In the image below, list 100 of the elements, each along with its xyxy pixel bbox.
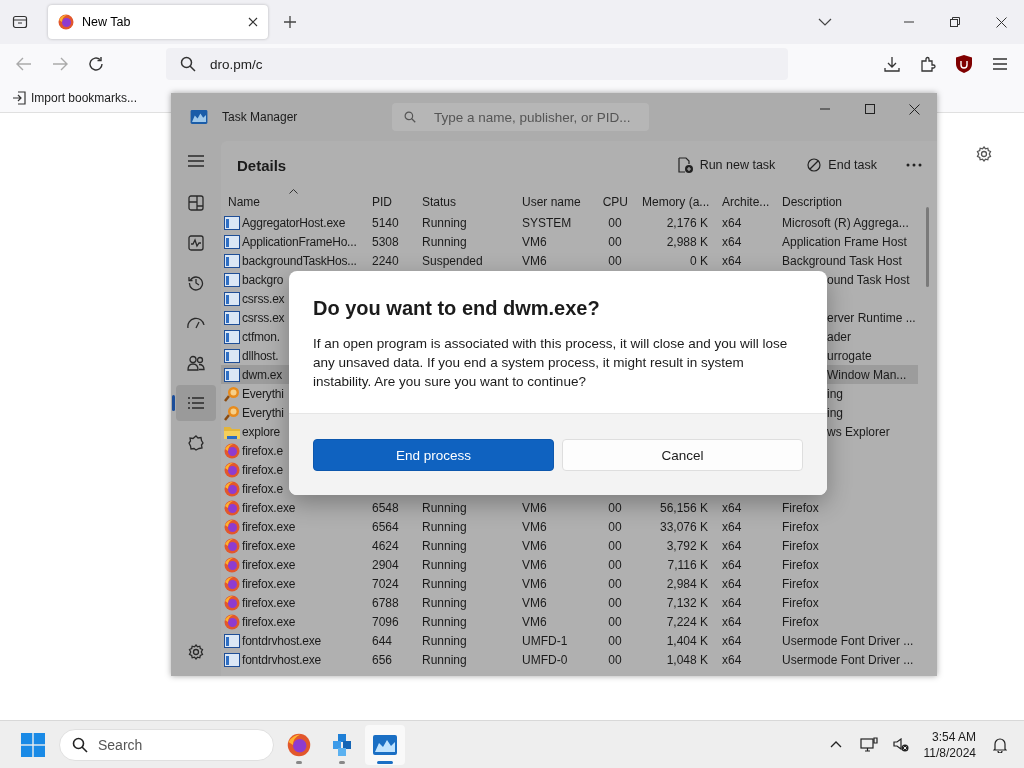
table-cell-text: VM6 (521, 575, 548, 593)
table-cell-text: 6548 (371, 499, 400, 517)
table-cell-text: Running (421, 537, 468, 555)
table-cell-text: VM6 (521, 594, 548, 612)
table-cell-text: 2,988 K (665, 233, 709, 251)
table-cell-text: Firefox (781, 499, 820, 517)
table-cell-text: 0 K (689, 252, 709, 270)
table-cell-text: Running (421, 233, 468, 251)
table-cell-text: 7,116 K (666, 556, 709, 574)
table-cell-text: Running (421, 214, 468, 232)
table-cell-text: 00 (607, 632, 623, 650)
table-cell-text: 2904 (371, 556, 400, 574)
table-cell-text: Firefox (781, 575, 820, 593)
table-cell-text: 5308 (371, 233, 400, 251)
process-name: firefox.exe (242, 595, 296, 610)
process-name: backgro (242, 272, 284, 287)
table-cell-text: ws Explorer (826, 423, 891, 441)
table-cell-text: Microsoft (R) Aggrega... (781, 214, 910, 232)
table-cell-text: 33,076 K (658, 518, 709, 536)
table-cell-text: VM6 (521, 499, 548, 517)
process-name: dwm.ex (242, 367, 283, 382)
table-cell-text: 00 (607, 613, 623, 631)
table-cell-text: 2,984 K (665, 575, 709, 593)
table-cell-text: x64 (721, 537, 743, 555)
table-cell-text: x64 (721, 556, 743, 574)
table-cell-text: Firefox (781, 518, 820, 536)
table-cell-text: erver Runtime ... (826, 309, 917, 327)
table-cell-text: x64 (721, 499, 743, 517)
table-cell-text: Running (421, 518, 468, 536)
process-name: firefox.exe (242, 576, 296, 591)
table-cell-text: x64 (721, 518, 743, 536)
table-cell-text: ing (826, 404, 844, 422)
process-name: firefox.exe (242, 538, 296, 553)
table-cell-text: 00 (607, 518, 623, 536)
table-cell-text: x64 (721, 252, 743, 270)
table-cell-text: x64 (721, 594, 743, 612)
table-cell-text: UMFD-1 (521, 632, 569, 650)
table-cell-text: 00 (607, 594, 623, 612)
dialog-title: Do you want to end dwm.exe? (313, 297, 601, 320)
table-cell-text: x64 (721, 233, 743, 251)
process-name: firefox.e (242, 481, 283, 496)
table-cell-text: UMFD-0 (521, 651, 569, 669)
page-title: Details (237, 156, 288, 174)
table-cell-text: 00 (607, 556, 623, 574)
process-name: backgroundTaskHos... (242, 253, 357, 268)
table-cell-text: Background Task Host (781, 252, 903, 270)
table-cell-text: VM6 (521, 537, 548, 555)
table-cell-text: urrogate (826, 347, 873, 365)
table-cell-text: 6564 (371, 518, 400, 536)
table-cell-text: 6788 (371, 594, 400, 612)
table-cell-text: 56,156 K (658, 499, 709, 517)
process-name: fontdrvhost.exe (242, 652, 322, 667)
process-name: fontdrvhost.exe (242, 633, 322, 648)
table-cell-text: 1,048 K (665, 651, 709, 669)
table-cell-text: VM6 (521, 233, 548, 251)
table-cell-text: 00 (607, 575, 623, 593)
table-cell-text: 00 (607, 233, 623, 251)
table-cell-text: 4624 (371, 537, 400, 555)
table-cell-text: VM6 (521, 613, 548, 631)
process-name: firefox.e (242, 462, 283, 477)
table-cell-text: ing (826, 385, 844, 403)
table-cell-text: VM6 (521, 556, 548, 574)
table-cell-text: 7096 (371, 613, 400, 631)
process-name: firefox.e (242, 443, 283, 458)
process-name: Everythi (242, 386, 284, 401)
table-cell-text: 00 (607, 651, 623, 669)
process-name: csrss.ex (242, 291, 285, 306)
table-cell-text: Application Frame Host (781, 233, 908, 251)
table-cell-text: x64 (721, 214, 743, 232)
table-cell-text: 656 (371, 651, 394, 669)
process-name: csrss.ex (242, 310, 285, 325)
table-cell-text: Usermode Font Driver ... (781, 651, 915, 669)
table-cell-text: Running (421, 651, 468, 669)
process-name: firefox.exe (242, 614, 296, 629)
table-cell-text: 2,176 K (665, 214, 709, 232)
table-cell-text: Firefox (781, 613, 820, 631)
table-cell-text: Running (421, 556, 468, 574)
table-cell-text: 7024 (371, 575, 400, 593)
table-cell-text: Firefox (781, 556, 820, 574)
process-name: firefox.exe (242, 500, 296, 515)
table-cell-text: x64 (721, 613, 743, 631)
process-name: AggregatorHost.exe (242, 215, 346, 230)
table-cell-text: x64 (721, 651, 743, 669)
table-cell-text: x64 (721, 575, 743, 593)
window-title: Task Manager (222, 110, 299, 124)
table-cell-text: x64 (721, 632, 743, 650)
table-cell-text: Running (421, 575, 468, 593)
process-name: firefox.exe (242, 557, 296, 572)
table-cell-text: 00 (607, 214, 623, 232)
table-cell-text: Firefox (781, 594, 820, 612)
table-cell-text: SYSTEM (521, 214, 573, 232)
table-cell-text: 2240 (371, 252, 400, 270)
table-cell-text: ound Task Host (826, 271, 911, 289)
table-cell-text: 644 (371, 632, 394, 650)
table-cell-text: 3,792 K (665, 537, 709, 555)
table-cell-text: VM6 (521, 518, 548, 536)
table-cell-text: VM6 (521, 252, 548, 270)
table-cell-text: 00 (607, 499, 623, 517)
table-cell-text: 7,132 K (665, 594, 709, 612)
table-cell-text: Running (421, 613, 468, 631)
